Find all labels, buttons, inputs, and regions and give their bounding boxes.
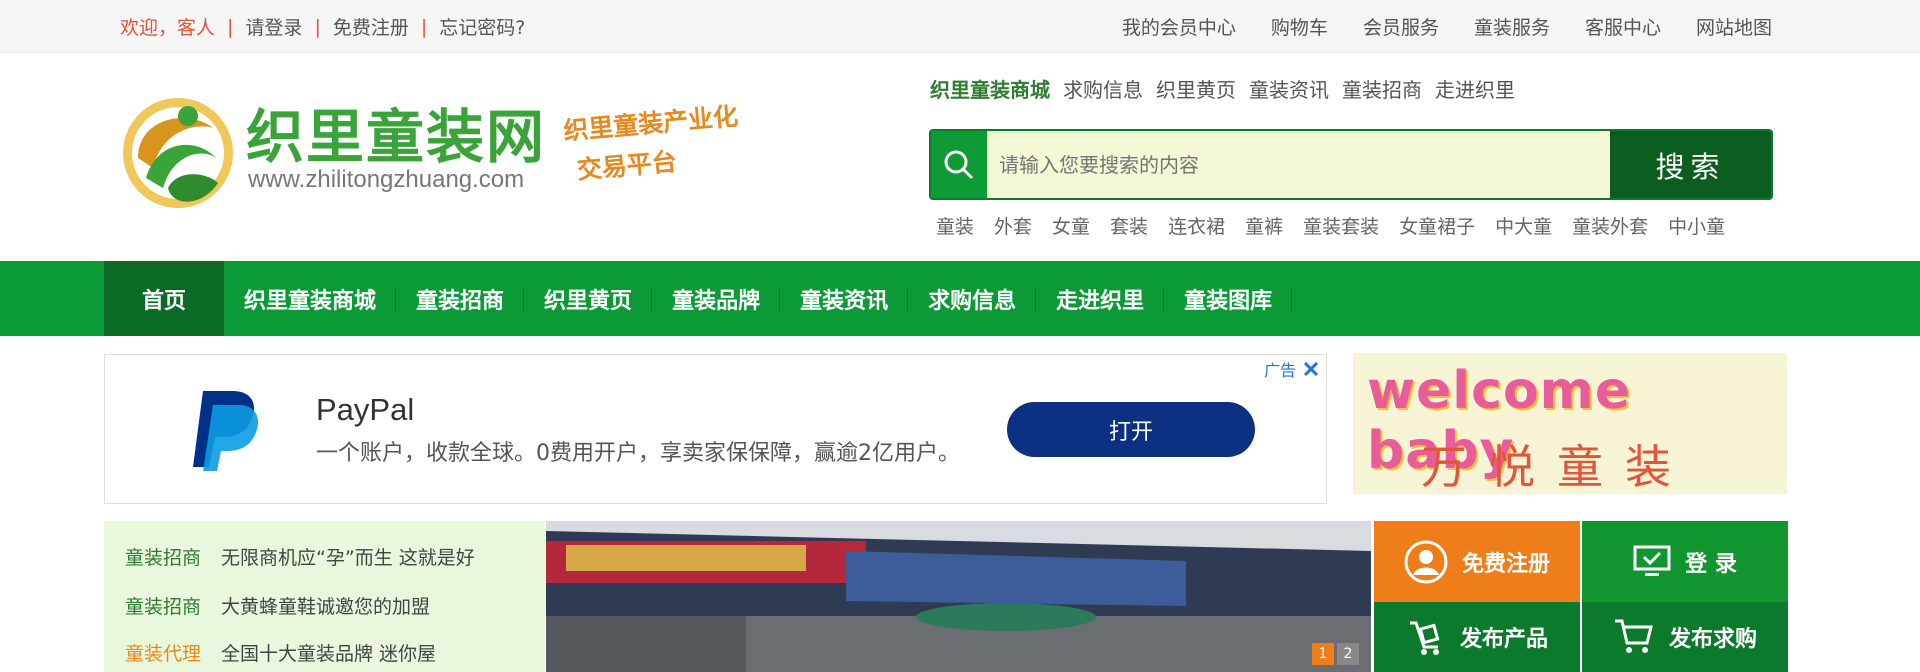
top-bar-right: 我的会员中心 购物车 会员服务 童装服务 客服中心 网站地图 (1087, 0, 1772, 53)
top-bar-left: 欢迎，客人 | 请登录 | 免费注册 | 忘记密码? (120, 0, 525, 53)
hotword-link[interactable]: 女童裙子 (1399, 212, 1475, 239)
logo-emblem-icon (123, 98, 233, 208)
image-slider[interactable]: 1 2 (546, 521, 1371, 672)
nav-about[interactable]: 走进织里 (1036, 261, 1165, 336)
member-service-link[interactable]: 会员服务 (1363, 13, 1439, 40)
cart-link[interactable]: 购物车 (1271, 13, 1328, 40)
login-link[interactable]: 请登录 (245, 13, 302, 40)
nav-mall[interactable]: 织里童装商城 (224, 261, 397, 336)
quick-links: 织里童装商城 求购信息 织里黄页 童装资讯 童装招商 走进织里 (930, 74, 1528, 103)
login-button-label: 登 录 (1685, 550, 1737, 577)
logo-url: www.zhilitongzhuang.com (248, 166, 525, 193)
slider-pagination: 1 2 (1309, 643, 1359, 665)
publish-request-button[interactable]: 发布求购 (1582, 602, 1788, 672)
hotword-link[interactable]: 童装套装 (1303, 212, 1379, 239)
ad-label: 广告 (1264, 357, 1320, 381)
quicklink-mall[interactable]: 织里童装商城 (930, 74, 1050, 103)
ad-label-text: 广告 (1263, 361, 1296, 380)
site-logo[interactable]: 织里童装网 www.zhilitongzhuang.com 织里童装产业化 交易… (118, 88, 758, 218)
nav-news[interactable]: 童装资讯 (780, 261, 909, 336)
shopping-cart-icon (1613, 617, 1655, 657)
divider: | (314, 15, 321, 38)
search-button[interactable]: 搜索 (1610, 131, 1771, 198)
news-title[interactable]: 大黄蜂童鞋诚邀您的加盟 (221, 592, 430, 619)
list-item[interactable]: 童装招商 大黄蜂童鞋诚邀您的加盟 (125, 592, 430, 619)
divider: | (420, 15, 428, 38)
register-button-label: 免费注册 (1461, 550, 1550, 577)
register-button[interactable]: 免费注册 (1374, 521, 1580, 602)
list-item[interactable]: 童装招商 无限商机应“孕”而生 这就是好 (125, 543, 475, 570)
news-title[interactable]: 无限商机应“孕”而生 这就是好 (221, 543, 475, 570)
news-category[interactable]: 童装招商 (125, 543, 201, 570)
ad-title: PayPal (316, 392, 415, 427)
ad-banner[interactable]: PayPal 一个账户，收款全球。0费用开户，享卖家保保障，赢逾2亿用户。 打开… (104, 354, 1327, 504)
quicklink-investment[interactable]: 童装招商 (1342, 74, 1422, 103)
search-input[interactable] (987, 131, 1610, 198)
news-category[interactable]: 童装代理 (125, 639, 201, 666)
hot-keywords: 童装 外套 女童 套装 连衣裙 童裤 童装套装 女童裙子 中大童 童装外套 中小… (936, 212, 1745, 239)
logo-slogan: 织里童装产业化 交易平台 (562, 97, 743, 192)
hotword-link[interactable]: 女童 (1052, 212, 1090, 239)
quicklink-about[interactable]: 走进织里 (1435, 74, 1515, 103)
news-category[interactable]: 童装招商 (125, 592, 201, 619)
hotword-link[interactable]: 童装 (936, 212, 974, 239)
monitor-icon (1633, 545, 1671, 579)
main-nav: 首页 织里童装商城 童装招商 织里黄页 童装品牌 童装资讯 求购信息 走进织里 … (0, 261, 1920, 336)
top-bar: 欢迎，客人 | 请登录 | 免费注册 | 忘记密码? 我的会员中心 购物车 会员… (0, 0, 1920, 53)
publish-product-label: 发布产品 (1459, 626, 1548, 652)
user-icon (1404, 540, 1448, 584)
member-center-link[interactable]: 我的会员中心 (1122, 13, 1236, 40)
slider-dot[interactable]: 2 (1337, 643, 1359, 665)
nav-gallery[interactable]: 童装图库 (1164, 261, 1293, 336)
divider: | (227, 15, 234, 38)
hotword-link[interactable]: 套装 (1110, 212, 1148, 239)
slider-dot[interactable]: 1 (1312, 643, 1334, 665)
search-icon (931, 131, 987, 198)
close-icon[interactable] (1302, 360, 1320, 378)
news-title[interactable]: 全国十大童装品牌 迷你屋 (221, 639, 436, 666)
quick-actions: 免费注册 登 录 发布产品 发布求购 (1374, 521, 1788, 672)
quicklink-yellowpages[interactable]: 织里黄页 (1156, 74, 1236, 103)
kids-service-link[interactable]: 童装服务 (1474, 13, 1550, 40)
search-box: 搜索 (929, 129, 1773, 200)
login-button[interactable]: 登 录 (1582, 521, 1788, 602)
quicklink-news[interactable]: 童装资讯 (1249, 74, 1329, 103)
ad-open-button[interactable]: 打开 (1007, 402, 1255, 457)
nav-yellowpages[interactable]: 织里黄页 (524, 261, 653, 336)
hotword-link[interactable]: 童装外套 (1572, 212, 1648, 239)
banner-brand-name: 万悦童装 (1421, 440, 1693, 494)
ad-description: 一个账户，收款全球。0费用开户，享卖家保保障，赢逾2亿用户。 (316, 441, 960, 466)
nav-brands[interactable]: 童装品牌 (652, 261, 781, 336)
nav-home[interactable]: 首页 (104, 261, 225, 336)
slider-photo (546, 521, 1371, 672)
forgot-password-link[interactable]: 忘记密码? (439, 13, 525, 40)
register-link[interactable]: 免费注册 (333, 13, 409, 40)
hotword-link[interactable]: 童裤 (1245, 212, 1283, 239)
trolley-icon (1406, 617, 1446, 657)
logo-title: 织里童装网 (246, 103, 547, 171)
nav-investment[interactable]: 童装招商 (396, 261, 525, 336)
hotword-link[interactable]: 连衣裙 (1168, 212, 1225, 239)
hotword-link[interactable]: 中大童 (1495, 212, 1552, 239)
customer-service-link[interactable]: 客服中心 (1585, 13, 1661, 40)
publish-product-button[interactable]: 发布产品 (1374, 602, 1580, 672)
news-list: 童装招商 无限商机应“孕”而生 这就是好 童装招商 大黄蜂童鞋诚邀您的加盟 童装… (104, 521, 545, 672)
sitemap-link[interactable]: 网站地图 (1696, 13, 1772, 40)
hotword-link[interactable]: 外套 (994, 212, 1032, 239)
list-item[interactable]: 童装代理 全国十大童装品牌 迷你屋 (125, 639, 436, 666)
hotword-link[interactable]: 中小童 (1668, 212, 1725, 239)
paypal-logo-icon (193, 391, 259, 471)
nav-purchase[interactable]: 求购信息 (908, 261, 1037, 336)
publish-request-label: 发布求购 (1668, 626, 1757, 652)
brand-banner[interactable]: welcome baby 万悦童装 (1353, 353, 1787, 494)
welcome-text: 欢迎，客人 (120, 17, 216, 39)
quicklink-purchase[interactable]: 求购信息 (1063, 74, 1143, 103)
